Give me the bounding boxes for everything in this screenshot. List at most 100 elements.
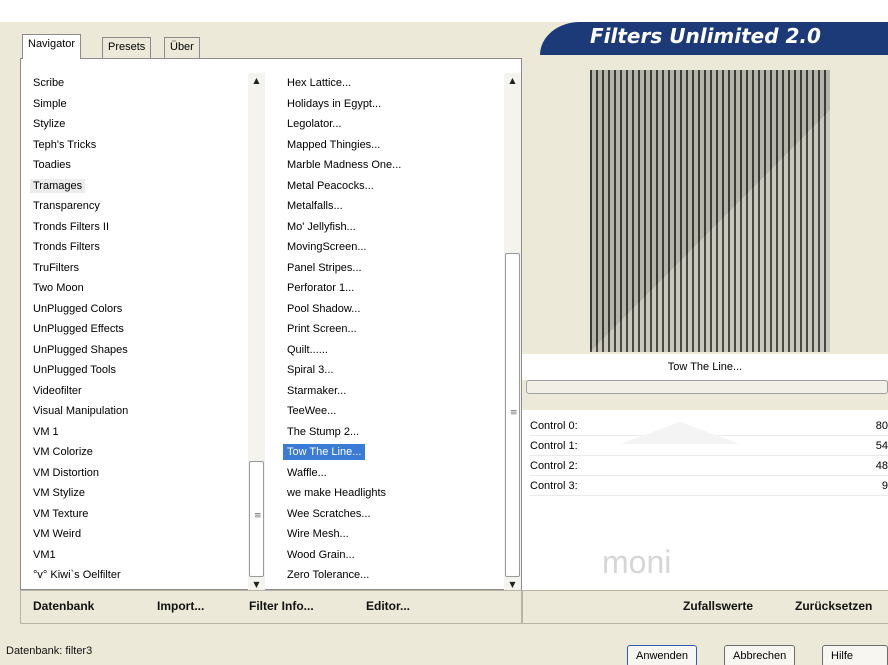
list-item[interactable]: The Stump 2... [283, 422, 513, 443]
tab-presets[interactable]: Presets [102, 37, 152, 58]
list-item-label: Two Moon [33, 282, 84, 294]
list-item[interactable]: Quilt...... [283, 340, 513, 361]
list-item[interactable]: Mo' Jellyfish... [283, 217, 513, 238]
list-item-label: Zero Tolerance... [287, 569, 370, 581]
scroll-up-arrow-icon[interactable]: ▲ [504, 73, 521, 89]
navigator-button-bar: Datenbank Import... Filter Info... Edito… [20, 590, 522, 624]
list-item[interactable]: Visual Manipulation [29, 401, 249, 422]
database-button[interactable]: Datenbank [33, 599, 94, 613]
list-item[interactable]: MovingScreen... [283, 237, 513, 258]
list-item-label: VM 1 [33, 425, 59, 438]
control-value[interactable]: 48 [876, 456, 888, 476]
list-item[interactable]: VM Stylize [29, 483, 249, 504]
filter-info-button[interactable]: Filter Info... [249, 599, 314, 613]
list-item[interactable]: Toadies [29, 155, 249, 176]
list-item[interactable]: VM1 [29, 545, 249, 566]
control-value[interactable]: 9 [882, 476, 888, 496]
scrollbar-thumb[interactable]: ≡ [505, 253, 520, 577]
list-item[interactable]: VM Colorize [29, 442, 249, 463]
list-item[interactable]: Tronds Filters II [29, 217, 249, 238]
list-item[interactable]: Transparency [29, 196, 249, 217]
help-button[interactable]: Hilfe [822, 645, 888, 665]
list-item-label: Panel Stripes... [287, 261, 362, 274]
list-item[interactable]: Wood Grain... [283, 545, 513, 566]
reset-button[interactable]: Zurücksetzen [795, 599, 872, 613]
list-item-label: Print Screen... [287, 323, 357, 335]
list-item[interactable]: UnPlugged Effects [29, 319, 249, 340]
control-row[interactable]: Control 2: 48 [530, 456, 888, 476]
list-item[interactable]: Scribe [29, 73, 249, 94]
list-item[interactable]: Two Moon [29, 278, 249, 299]
control-value[interactable]: 54 [876, 436, 888, 456]
list-item[interactable]: Panel Stripes... [283, 258, 513, 279]
list-item-label: VM Texture [33, 507, 89, 520]
list-item[interactable]: Wee Scratches... [283, 504, 513, 525]
list-item[interactable]: Wire Mesh... [283, 524, 513, 545]
list-item[interactable]: Tramages [29, 176, 249, 197]
list-item-label: UnPlugged Shapes [33, 343, 128, 356]
list-item-label: UnPlugged Colors [33, 302, 123, 315]
filter-scrollbar[interactable]: ▲ ≡ ▼ [504, 73, 521, 593]
grip-icon: ≡ [254, 511, 262, 521]
list-item-label: Perforator 1... [287, 282, 355, 294]
list-item-label: VM Weird [33, 528, 82, 540]
control-row[interactable]: Control 3: 9 [530, 476, 888, 496]
randomize-button[interactable]: Zufallswerte [683, 599, 753, 613]
list-item[interactable]: Print Screen... [283, 319, 513, 340]
list-item[interactable]: Pool Shadow... [283, 299, 513, 320]
list-item[interactable]: Metal Peacocks... [283, 176, 513, 197]
list-item[interactable]: Legolator... [283, 114, 513, 135]
list-item[interactable]: Metalfalls... [283, 196, 513, 217]
list-item[interactable]: Zero Tolerance... [283, 565, 513, 586]
editor-button[interactable]: Editor... [366, 599, 410, 613]
list-item[interactable]: UnPlugged Tools [29, 360, 249, 381]
cancel-button[interactable]: Abbrechen [724, 645, 796, 665]
list-item[interactable]: Stylize [29, 114, 249, 135]
apply-button[interactable]: Anwenden [627, 645, 697, 665]
list-item[interactable]: VM Distortion [29, 463, 249, 484]
list-item-label: The Stump 2... [287, 425, 360, 438]
import-button[interactable]: Import... [157, 599, 204, 613]
list-item[interactable]: we make Headlights [283, 483, 513, 504]
list-item[interactable]: Hex Lattice... [283, 73, 513, 94]
list-item[interactable]: UnPlugged Shapes [29, 340, 249, 361]
list-item[interactable]: VM Weird [29, 524, 249, 545]
tab-navigator[interactable]: Navigator [22, 34, 82, 59]
category-list[interactable]: Scribe Simple Stylize Teph's Tricks Toadies T… [29, 73, 249, 586]
list-item[interactable]: Waffle... [283, 463, 513, 484]
control-value[interactable]: 80 [876, 416, 888, 436]
list-item-label: Mo' Jellyfish... [287, 220, 356, 233]
list-item[interactable]: °v° Kiwi`s Oelfilter [29, 565, 249, 586]
list-item[interactable]: Tow The Line... [281, 442, 513, 463]
list-item[interactable]: Marble Madness One... [283, 155, 513, 176]
stripe-pattern-preview [590, 70, 830, 352]
preview-slider[interactable] [526, 380, 888, 394]
list-item[interactable]: TeeWee... [283, 401, 513, 422]
list-item-label: UnPlugged Tools [33, 364, 116, 376]
list-item[interactable]: Videofilter [29, 381, 249, 402]
category-scrollbar[interactable]: ▲ ≡ ▼ [248, 73, 265, 593]
list-item[interactable]: Holidays in Egypt... [283, 94, 513, 115]
scroll-up-arrow-icon[interactable]: ▲ [248, 73, 265, 89]
scrollbar-thumb[interactable]: ≡ [249, 461, 264, 577]
list-item-label: Hex Lattice... [287, 77, 352, 89]
list-item-label: Quilt...... [287, 343, 328, 356]
grip-icon: ≡ [510, 408, 518, 418]
list-item[interactable]: Tronds Filters [29, 237, 249, 258]
list-item[interactable]: Simple [29, 94, 249, 115]
list-item[interactable]: VM Texture [29, 504, 249, 525]
background-shape [620, 422, 740, 444]
list-item[interactable]: Mapped Thingies... [283, 135, 513, 156]
list-item-label: Pool Shadow... [287, 302, 361, 315]
list-item[interactable]: TruFilters [29, 258, 249, 279]
list-item[interactable]: VM 1 [29, 422, 249, 443]
list-item[interactable]: Perforator 1... [283, 278, 513, 299]
list-item[interactable]: UnPlugged Colors [29, 299, 249, 320]
list-item[interactable]: Starmaker... [283, 381, 513, 402]
list-item-label: Legolator... [287, 118, 342, 130]
tab-uber[interactable]: Über [164, 37, 200, 58]
filter-list[interactable]: Hex Lattice... Holidays in Egypt... Legola… [281, 73, 513, 586]
list-item[interactable]: Teph's Tricks [29, 135, 249, 156]
list-item-label: Visual Manipulation [33, 405, 129, 417]
list-item[interactable]: Spiral 3... [283, 360, 513, 381]
